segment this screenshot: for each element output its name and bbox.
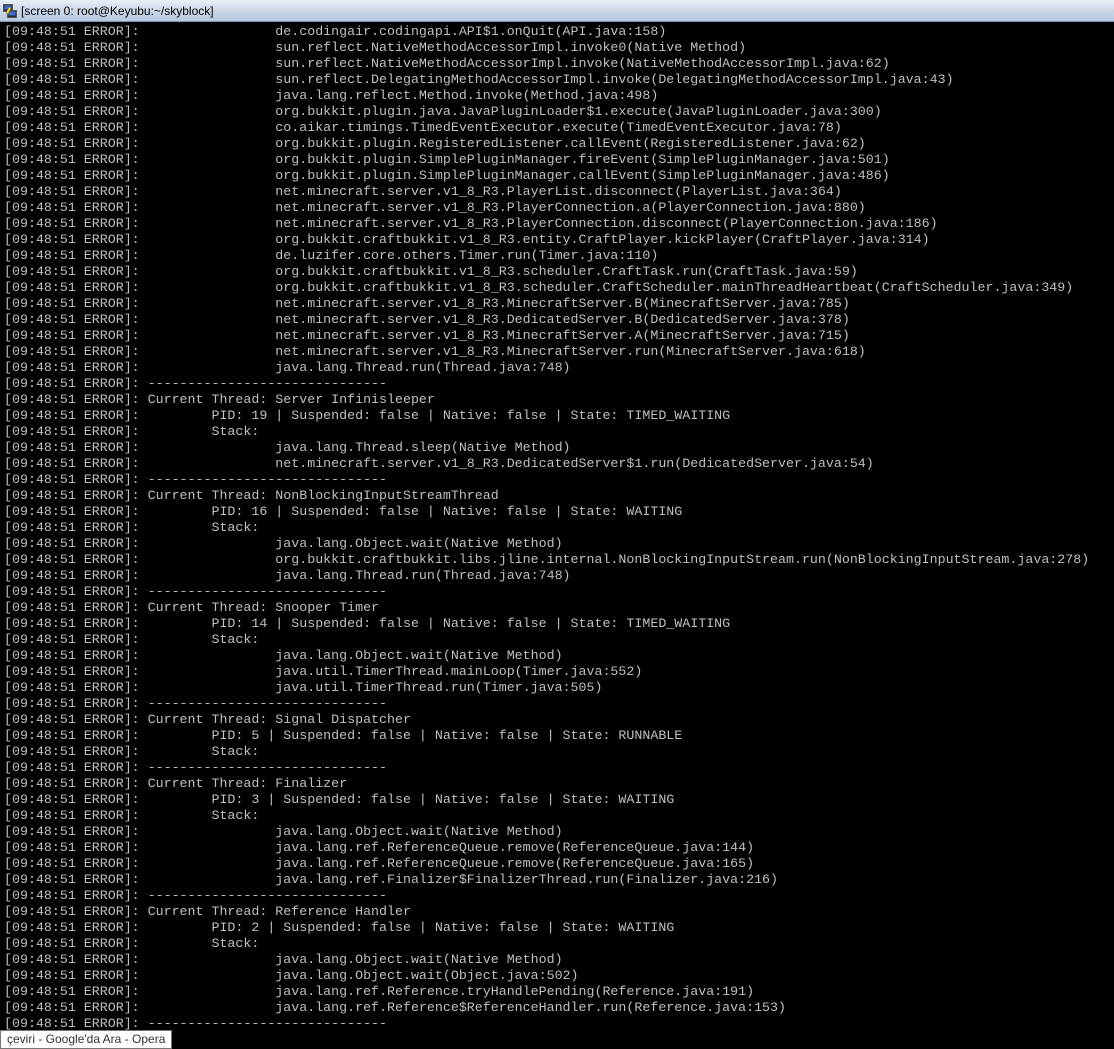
terminal-line: [09:48:51 ERROR]: java.lang.Object.wait(… (4, 648, 563, 663)
terminal-line: [09:48:51 ERROR]: PID: 5 | Suspended: fa… (4, 728, 683, 743)
terminal-line: [09:48:51 ERROR]: de.luzifer.core.others… (4, 248, 659, 263)
terminal-line: [09:48:51 ERROR]: ----------------------… (4, 760, 388, 775)
terminal-line: [09:48:51 ERROR]: PID: 14 | Suspended: f… (4, 616, 731, 631)
terminal-line: [09:48:51 ERROR]: ----------------------… (4, 696, 388, 711)
terminal-line: [09:48:51 ERROR]: de.codingair.codingapi… (4, 24, 667, 39)
terminal-line: [09:48:51 ERROR]: Current Thread: Snoope… (4, 600, 380, 615)
terminal-line: [09:48:51 ERROR]: Stack: (4, 936, 260, 951)
terminal-line: [09:48:51 ERROR]: sun.reflect.Delegating… (4, 72, 954, 87)
terminal-line: [09:48:51 ERROR]: java.lang.Object.wait(… (4, 952, 563, 967)
terminal-line: [09:48:51 ERROR]: Current Thread: NonBlo… (4, 488, 499, 503)
terminal-line: [09:48:51 ERROR]: java.lang.reflect.Meth… (4, 88, 659, 103)
terminal-line: [09:48:51 ERROR]: net.minecraft.server.v… (4, 456, 874, 471)
terminal-line: [09:48:51 ERROR]: java.lang.Thread.run(T… (4, 568, 571, 583)
terminal-line: [09:48:51 ERROR]: java.lang.ref.Referenc… (4, 856, 755, 871)
terminal-line: [09:48:51 ERROR]: net.minecraft.server.v… (4, 328, 850, 343)
terminal-line: [09:48:51 ERROR]: java.lang.Object.wait(… (4, 824, 563, 839)
terminal-line: [09:48:51 ERROR]: ----------------------… (4, 888, 388, 903)
taskbar-tooltip: çeviri - Google'da Ara - Opera (0, 1030, 173, 1049)
terminal-line: [09:48:51 ERROR]: PID: 19 | Suspended: f… (4, 408, 731, 423)
terminal-line: [09:48:51 ERROR]: Stack: (4, 424, 260, 439)
terminal-line: [09:48:51 ERROR]: Stack: (4, 632, 260, 647)
terminal-line: [09:48:51 ERROR]: ----------------------… (4, 584, 388, 599)
terminal-line: [09:48:51 ERROR]: net.minecraft.server.v… (4, 216, 938, 231)
terminal-line: [09:48:51 ERROR]: ----------------------… (4, 376, 388, 391)
terminal-line: [09:48:51 ERROR]: sun.reflect.NativeMeth… (4, 56, 890, 71)
terminal-line: [09:48:51 ERROR]: java.lang.Thread.sleep… (4, 440, 571, 455)
terminal-line: [09:48:51 ERROR]: net.minecraft.server.v… (4, 296, 850, 311)
terminal-line: [09:48:51 ERROR]: Stack: (4, 520, 260, 535)
terminal-line: [09:48:51 ERROR]: ----------------------… (4, 472, 388, 487)
terminal-line: [09:48:51 ERROR]: net.minecraft.server.v… (4, 184, 842, 199)
terminal-line: [09:48:51 ERROR]: co.aikar.timings.Timed… (4, 120, 842, 135)
terminal-line: [09:48:51 ERROR]: org.bukkit.craftbukkit… (4, 280, 1074, 295)
terminal-line: [09:48:51 ERROR]: java.lang.ref.Referenc… (4, 1000, 786, 1015)
putty-icon[interactable] (3, 3, 17, 18)
terminal-line: [09:48:51 ERROR]: net.minecraft.server.v… (4, 200, 866, 215)
terminal-line: [09:48:51 ERROR]: Stack: (4, 808, 260, 823)
window-title: [screen 0: root@Keyubu:~/skyblock] (21, 3, 214, 18)
window-titlebar[interactable]: [screen 0: root@Keyubu:~/skyblock] (0, 0, 1114, 22)
terminal-line: [09:48:51 ERROR]: PID: 3 | Suspended: fa… (4, 792, 675, 807)
terminal-line: [09:48:51 ERROR]: net.minecraft.server.v… (4, 344, 866, 359)
terminal-line: [09:48:51 ERROR]: sun.reflect.NativeMeth… (4, 40, 747, 55)
terminal-line: [09:48:51 ERROR]: Current Thread: Refere… (4, 904, 411, 919)
terminal-line: [09:48:51 ERROR]: Current Thread: Finali… (4, 776, 348, 791)
terminal-line: [09:48:51 ERROR]: java.lang.Object.wait(… (4, 968, 579, 983)
terminal-output[interactable]: [09:48:51 ERROR]: de.codingair.codingapi… (0, 22, 1114, 1032)
terminal-line: [09:48:51 ERROR]: Stack: (4, 744, 260, 759)
terminal-line: [09:48:51 ERROR]: PID: 16 | Suspended: f… (4, 504, 683, 519)
terminal-line: [09:48:51 ERROR]: java.lang.ref.Finalize… (4, 872, 779, 887)
terminal-line: [09:48:51 ERROR]: java.lang.Thread.run(T… (4, 360, 571, 375)
terminal-line: [09:48:51 ERROR]: Current Thread: Server… (4, 392, 435, 407)
terminal-line: [09:48:51 ERROR]: java.lang.ref.Referenc… (4, 840, 755, 855)
terminal-line: [09:48:51 ERROR]: java.util.TimerThread.… (4, 664, 643, 679)
terminal-line: [09:48:51 ERROR]: org.bukkit.craftbukkit… (4, 264, 858, 279)
terminal-line: [09:48:51 ERROR]: org.bukkit.plugin.Simp… (4, 152, 890, 167)
terminal-line: [09:48:51 ERROR]: org.bukkit.plugin.Simp… (4, 168, 890, 183)
terminal-line: [09:48:51 ERROR]: org.bukkit.plugin.java… (4, 104, 882, 119)
terminal-line: [09:48:51 ERROR]: org.bukkit.craftbukkit… (4, 232, 930, 247)
terminal-line: [09:48:51 ERROR]: java.lang.ref.Referenc… (4, 984, 755, 999)
terminal-line: [09:48:51 ERROR]: org.bukkit.craftbukkit… (4, 552, 1090, 567)
terminal-line: [09:48:51 ERROR]: java.util.TimerThread.… (4, 680, 603, 695)
terminal-line: [09:48:51 ERROR]: java.lang.Object.wait(… (4, 536, 563, 551)
terminal-line: [09:48:51 ERROR]: Current Thread: Signal… (4, 712, 411, 727)
terminal-line: [09:48:51 ERROR]: PID: 2 | Suspended: fa… (4, 920, 675, 935)
terminal-line: [09:48:51 ERROR]: org.bukkit.plugin.Regi… (4, 136, 866, 151)
terminal-line: [09:48:51 ERROR]: net.minecraft.server.v… (4, 312, 850, 327)
